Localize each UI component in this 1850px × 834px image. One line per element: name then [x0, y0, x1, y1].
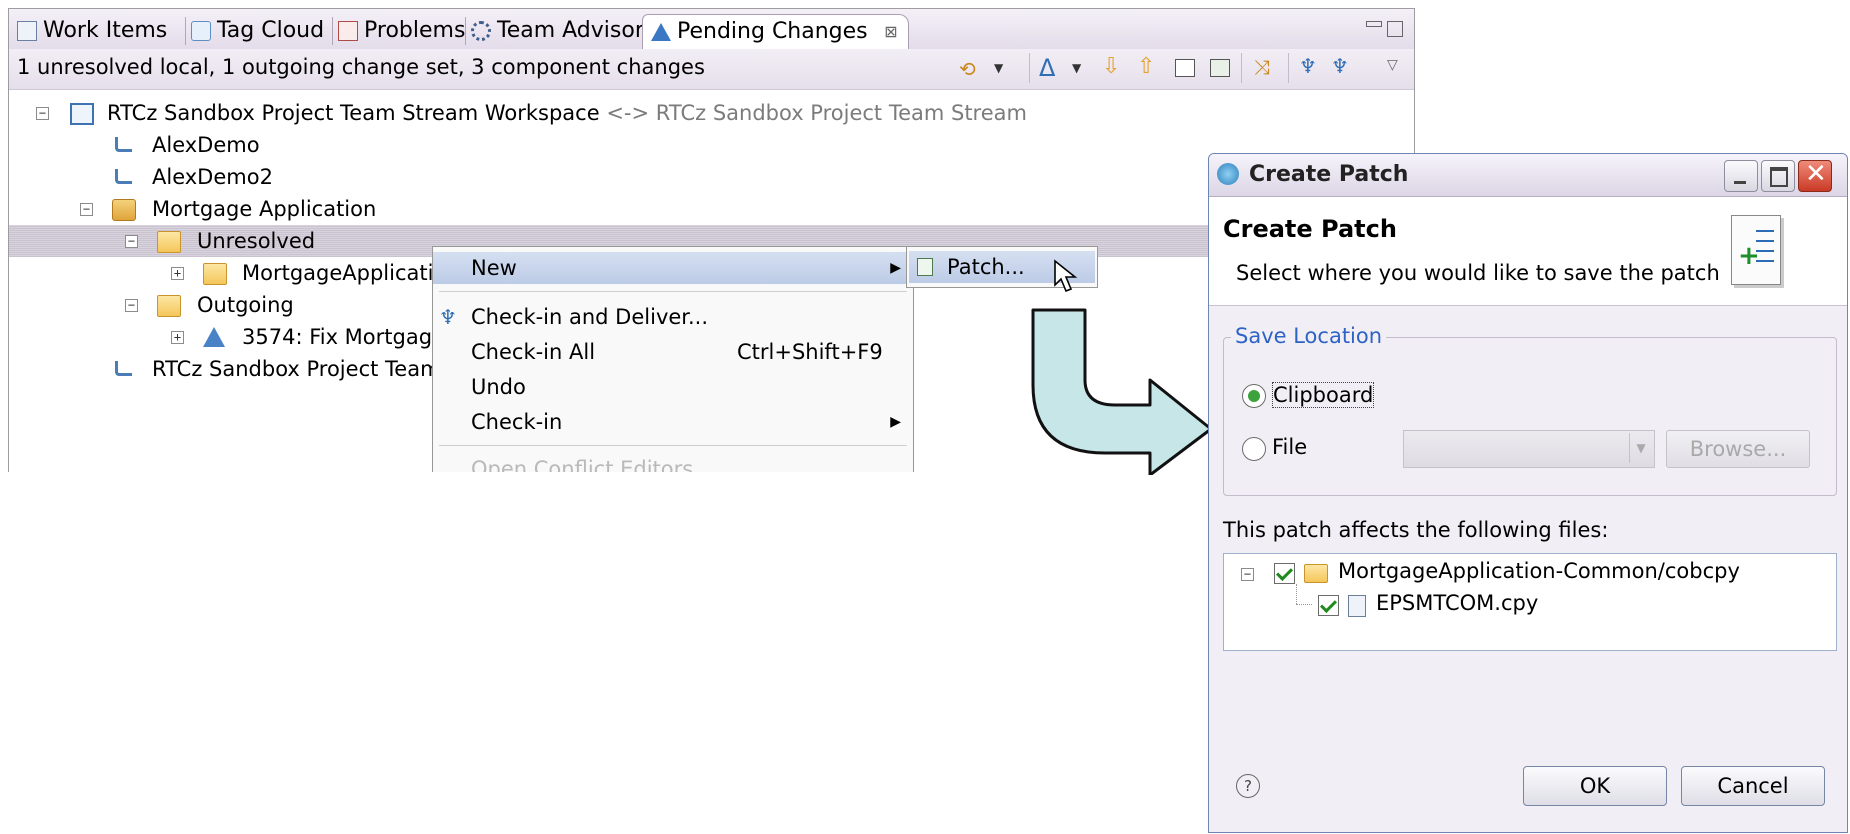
outgoing-folder-icon: [157, 295, 181, 317]
affects-label: This patch affects the following files:: [1223, 518, 1609, 542]
folder-open-icon: [1304, 564, 1328, 583]
tree-line: [1296, 604, 1312, 606]
cancel-button[interactable]: Cancel: [1681, 766, 1825, 806]
menu-separator: [439, 445, 907, 446]
expand-icon[interactable]: +: [171, 267, 184, 280]
collapse-icon[interactable]: −: [80, 203, 93, 216]
globe-icon: [1217, 163, 1239, 185]
stream-icon: [115, 361, 132, 376]
tab-problems[interactable]: Problems: [338, 16, 465, 46]
dialog-header-title: Create Patch: [1223, 215, 1397, 243]
problems-icon: [338, 21, 358, 41]
next-change-icon[interactable]: ⇩: [1102, 54, 1120, 79]
change-set-icon: [203, 327, 225, 347]
baseline-icon: [115, 137, 132, 152]
toolbar-separator: [1288, 53, 1289, 83]
view-menu-icon[interactable]: ▽: [1387, 57, 1398, 73]
create-patch-dialog: Create Patch ✕ Create Patch Select where…: [1208, 153, 1848, 833]
menu-item-check-in[interactable]: Check-in ▶: [433, 406, 913, 438]
affected-files-tree: − MortgageApplication-Common/cobcpy EPSM…: [1223, 553, 1837, 651]
submenu-arrow-icon: ▶: [890, 260, 901, 276]
component-icon: [112, 199, 136, 221]
status-text: 1 unresolved local, 1 outgoing change se…: [17, 55, 705, 79]
menu-item-undo[interactable]: Undo: [433, 371, 913, 403]
file-path-combo[interactable]: ▼: [1403, 430, 1655, 468]
status-line: 1 unresolved local, 1 outgoing change se…: [9, 49, 1414, 90]
menu-item-check-in-and-deliver[interactable]: ♆ Check-in and Deliver...: [433, 301, 913, 333]
previous-change-icon[interactable]: ⇧: [1137, 54, 1155, 79]
dialog-header-message: Select where you would like to save the …: [1236, 261, 1720, 285]
maximize-button[interactable]: [1761, 160, 1795, 192]
dialog-header: Create Patch Select where you would like…: [1209, 197, 1847, 306]
tab-pending-changes[interactable]: Pending Changes ⊠: [642, 14, 909, 49]
chevron-down-icon[interactable]: ▼: [994, 61, 1003, 75]
file-radio[interactable]: [1242, 437, 1266, 461]
tree-row-component[interactable]: − Mortgage Application: [9, 193, 1414, 225]
tree-row-baseline[interactable]: AlexDemo2: [9, 161, 1414, 193]
collapse-icon[interactable]: −: [36, 107, 49, 120]
menu-item-new[interactable]: New ▶: [433, 252, 913, 284]
mouse-pointer-icon: [1054, 259, 1078, 293]
browse-button[interactable]: Browse...: [1666, 430, 1810, 468]
tab-work-items[interactable]: Work Items: [17, 16, 167, 46]
file-icon: [1348, 595, 1366, 617]
workspace-icon: [70, 103, 94, 125]
flow-arrow-icon: [1031, 308, 1213, 475]
save-location-title: Save Location: [1231, 324, 1387, 348]
flow-icon[interactable]: ♆: [1331, 54, 1349, 78]
gear-icon: [471, 21, 491, 41]
collapse-icon[interactable]: −: [125, 299, 138, 312]
file-checkbox[interactable]: [1318, 595, 1339, 616]
expand-all-icon[interactable]: [1210, 59, 1230, 77]
collapse-all-icon[interactable]: [1175, 59, 1195, 77]
expand-icon[interactable]: +: [171, 331, 184, 344]
minimize-view-icon[interactable]: [1366, 21, 1382, 27]
chevron-down-icon[interactable]: ▼: [1072, 61, 1081, 75]
clipboard-radio[interactable]: [1242, 384, 1266, 408]
tab-team-advisor[interactable]: Team Advisor: [471, 16, 644, 46]
maximize-view-icon[interactable]: [1387, 21, 1403, 37]
tree-line: [1296, 584, 1298, 604]
clipboard-label[interactable]: Clipboard: [1272, 382, 1375, 408]
context-menu: New ▶ ♆ Check-in and Deliver... Check-in…: [432, 246, 914, 478]
chevron-down-icon[interactable]: ▼: [1629, 433, 1652, 463]
folder-name: MortgageApplication-Common/cobcpy: [1338, 559, 1740, 583]
menu-item-check-in-all[interactable]: Check-in All Ctrl+Shift+F9: [433, 336, 913, 368]
toolbar-separator: [1029, 53, 1030, 83]
folder-checkbox[interactable]: [1274, 563, 1295, 584]
work-items-icon: [17, 21, 37, 41]
patch-icon: [917, 258, 933, 276]
refresh-icon[interactable]: ⟲: [959, 57, 976, 81]
close-tab-icon[interactable]: ⊠: [884, 17, 897, 47]
ok-button[interactable]: OK: [1523, 766, 1667, 806]
menu-separator: [439, 291, 907, 292]
collapse-icon[interactable]: −: [125, 235, 138, 248]
submenu-arrow-icon: ▶: [890, 414, 901, 430]
dialog-title-bar: Create Patch ✕: [1209, 154, 1847, 197]
folder-open-icon: [157, 231, 181, 253]
file-name: EPSMTCOM.cpy: [1376, 591, 1539, 615]
help-icon[interactable]: ?: [1236, 774, 1260, 798]
close-button[interactable]: ✕: [1798, 159, 1832, 192]
pending-changes-icon: [651, 23, 671, 41]
accept-icon[interactable]: ⤨: [1254, 55, 1270, 79]
baseline-icon: [115, 169, 132, 184]
tag-cloud-icon: [191, 21, 211, 41]
tab-tag-cloud[interactable]: Tag Cloud: [191, 16, 324, 46]
deliver-icon[interactable]: ♆: [1299, 54, 1317, 78]
collapse-icon[interactable]: −: [1241, 568, 1254, 581]
save-location-group: [1223, 337, 1837, 496]
delta-icon[interactable]: Δ: [1039, 54, 1055, 82]
tree-row-baseline[interactable]: AlexDemo: [9, 129, 1414, 161]
tree-row-workspace[interactable]: − RTCz Sandbox Project Team Stream Works…: [9, 97, 1414, 129]
minimize-button[interactable]: [1724, 160, 1758, 192]
deliver-icon: ♆: [439, 305, 457, 329]
folder-icon: [203, 263, 227, 285]
view-tab-bar: Work Items Tag Cloud Problems Team Advis…: [9, 9, 1414, 50]
file-label[interactable]: File: [1272, 435, 1307, 459]
toolbar-separator: [1241, 53, 1242, 83]
patch-document-icon: +: [1731, 215, 1781, 285]
